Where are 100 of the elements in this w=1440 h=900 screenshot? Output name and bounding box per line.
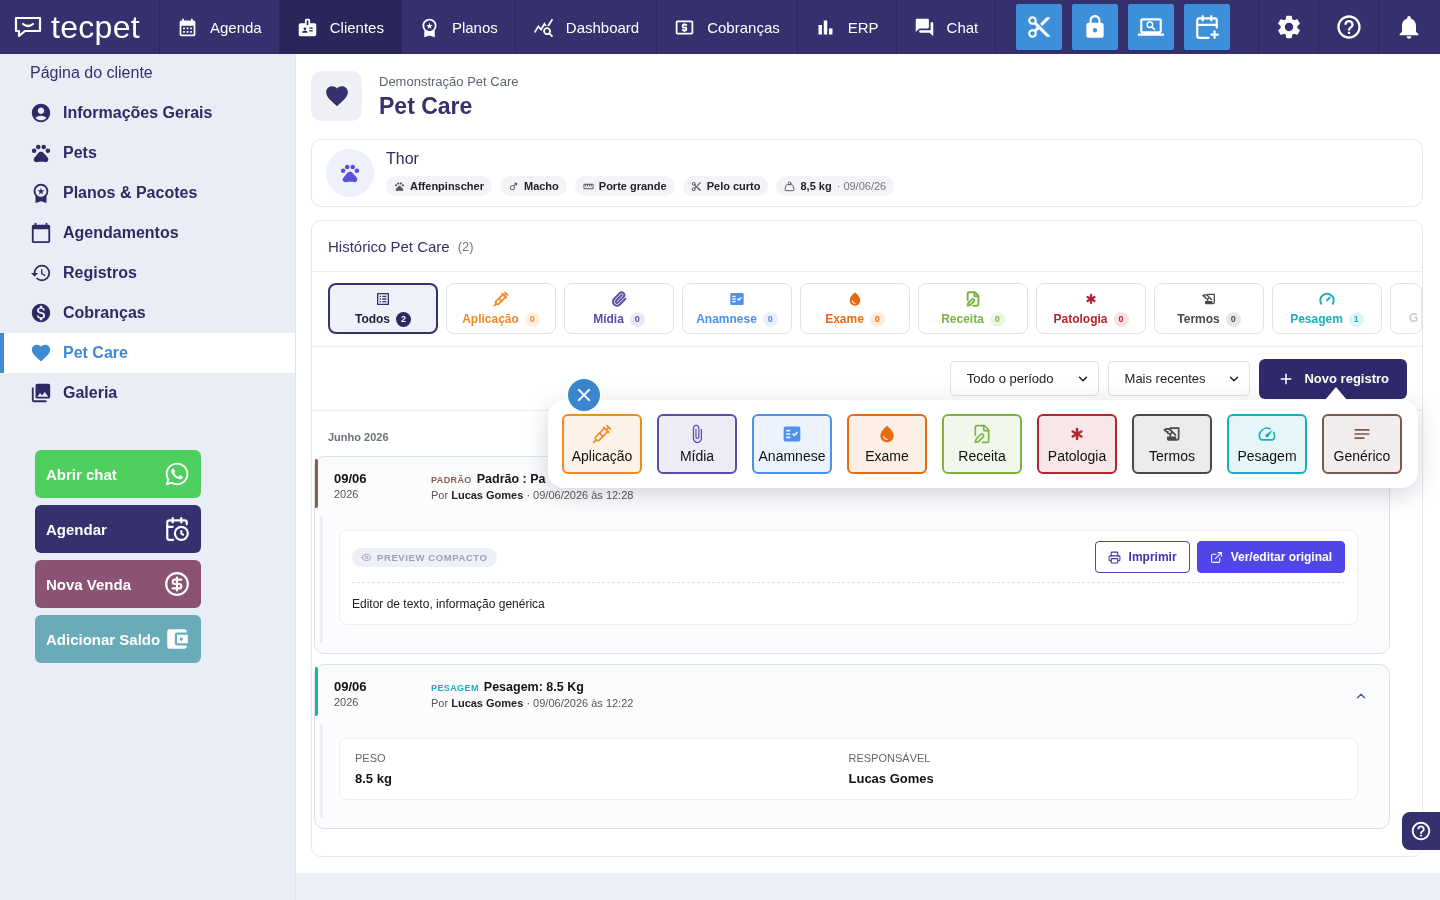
help-float-button[interactable] <box>1402 812 1440 850</box>
sidebar-item[interactable]: Informações Gerais <box>0 93 295 133</box>
page-subtitle: Demonstração Pet Care <box>379 73 519 89</box>
paw-icon <box>394 180 405 192</box>
logo-icon <box>14 16 42 38</box>
sidebar-item[interactable]: Pets <box>0 133 295 173</box>
count-badge: 0 <box>629 311 645 327</box>
record-meta: Por Lucas Gomes · 09/06/2026 às 12:28 <box>431 489 634 502</box>
scissors-icon <box>690 180 702 192</box>
help-icon <box>1410 820 1432 842</box>
record-meta: Por Lucas Gomes · 09/06/2026 às 12:22 <box>431 697 634 710</box>
external-link-icon <box>1209 550 1223 564</box>
phone-chat-icon <box>164 461 190 487</box>
weight-icon <box>784 180 796 192</box>
open-original-button[interactable]: Ver/editar original <box>1196 541 1345 573</box>
new-record-button[interactable]: Novo registro <box>1259 358 1407 399</box>
photo-gallery-icon <box>30 382 52 404</box>
id-badge-icon <box>296 16 318 38</box>
section-title: Histórico Pet Care <box>328 237 450 255</box>
tool-button[interactable] <box>1016 4 1063 50</box>
record-type-button[interactable]: Genérico <box>1322 414 1402 474</box>
record-title: Pesagem: 8.5 Kg <box>483 679 584 695</box>
chat-bubbles-icon <box>913 16 935 38</box>
record-type-button[interactable]: Mídia <box>657 414 737 474</box>
paw-icon <box>30 142 52 164</box>
record-year: 2026 <box>334 488 359 501</box>
tool-button[interactable] <box>1072 4 1119 50</box>
scissors-icon <box>1026 14 1053 40</box>
record-type-button[interactable]: Exame <box>847 414 927 474</box>
dollar-circle-icon <box>164 571 190 597</box>
section-count: (2) <box>457 238 474 254</box>
sidebar-item[interactable]: Registros <box>0 253 295 293</box>
logo-text[interactable]: tecpet <box>51 11 140 43</box>
filter-tab[interactable]: Todos 2 <box>328 283 438 334</box>
field-label: PESO <box>355 751 386 765</box>
record-date: 09/06 <box>334 679 367 694</box>
sidebar-item[interactable]: Planos & Pacotes <box>0 173 295 213</box>
field-label: RESPONSÁVEL <box>848 751 931 765</box>
eye-icon <box>361 551 372 563</box>
sidebar-title: Página do cliente <box>29 63 153 83</box>
sidebar-item[interactable]: Pet Care <box>0 333 295 373</box>
nav-item[interactable]: Clientes <box>279 0 402 54</box>
pet-name: Thor <box>386 150 419 168</box>
pet-tag-label: 8,5 kg <box>800 180 832 192</box>
pet-tag-label: Macho <box>523 180 559 192</box>
action-button[interactable]: Agendar <box>35 505 201 553</box>
count-badge: 0 <box>869 311 885 327</box>
printer-icon <box>1107 550 1121 564</box>
period-select[interactable]: Todo o período <box>949 361 1099 396</box>
calendar-icon <box>177 16 198 38</box>
sidebar-item[interactable]: Cobranças <box>0 293 295 333</box>
pet-tag-label: Porte grande <box>598 180 667 192</box>
dollar-coin-icon <box>30 302 52 324</box>
record-year: 2026 <box>334 696 359 709</box>
print-button[interactable]: Imprimir <box>1094 541 1190 573</box>
field-value: 8.5 kg <box>355 771 392 787</box>
record-type-button[interactable]: Receita <box>942 414 1022 474</box>
help-icon <box>1334 13 1363 41</box>
record-type-button[interactable]: Anamnese <box>752 414 832 474</box>
count-badge: 0 <box>989 311 1005 327</box>
action-button[interactable]: Nova Venda <box>35 560 201 608</box>
record-date: 09/06 <box>334 471 367 486</box>
chart-search-icon <box>532 16 554 38</box>
count-badge: 0 <box>1225 311 1241 327</box>
preview-text: Editor de texto, informação genérica <box>352 597 545 611</box>
calendar-clock-icon <box>164 516 190 542</box>
record-title: Padrão : Pa <box>476 471 546 487</box>
record-type-button[interactable]: Pesagem <box>1227 414 1307 474</box>
filter-tab[interactable]: Termos 0 <box>1154 283 1264 334</box>
page-title: Pet Care <box>379 92 473 119</box>
filter-tab[interactable]: Patologia 0 <box>1036 283 1146 334</box>
record-type-label: PESAGEM <box>431 682 479 695</box>
tool-button[interactable] <box>1128 4 1175 50</box>
record-type-button[interactable]: Patologia <box>1037 414 1117 474</box>
pet-tag-label: Affenpinscher <box>410 180 484 192</box>
count-badge: 0 <box>1113 311 1129 327</box>
field-value: Lucas Gomes <box>848 771 934 787</box>
male-sign-icon <box>507 180 519 192</box>
history-icon <box>30 262 52 284</box>
wallet-icon <box>164 626 190 652</box>
record-type-button[interactable]: Termos <box>1132 414 1212 474</box>
tool-button[interactable] <box>1184 4 1231 50</box>
calendar-plus-icon <box>1194 14 1221 40</box>
sidebar-item[interactable]: Galeria <box>0 373 295 413</box>
sidebar-item[interactable]: Agendamentos <box>0 213 295 253</box>
heart-icon <box>30 342 52 364</box>
filter-tab[interactable]: Mídia 0 <box>564 283 674 334</box>
count-badge: 0 <box>762 311 778 327</box>
calendar-icon <box>30 222 52 244</box>
record-type-button[interactable]: Aplicação <box>562 414 642 474</box>
pet-tag-label: Pelo curto <box>706 180 761 192</box>
preview-label: PREVIEW COMPACTO <box>377 551 488 563</box>
paw-icon <box>326 149 374 197</box>
month-label: Junho 2026 <box>327 430 389 445</box>
count-badge: 0 <box>524 311 540 327</box>
sort-select[interactable]: Mais recentes <box>1107 361 1251 396</box>
record-type-label: PADRÃO <box>431 474 472 487</box>
pet-tag-date: · 09/06/26 <box>836 180 887 192</box>
count-badge: 2 <box>396 311 412 327</box>
count-badge: 1 <box>1348 311 1364 327</box>
